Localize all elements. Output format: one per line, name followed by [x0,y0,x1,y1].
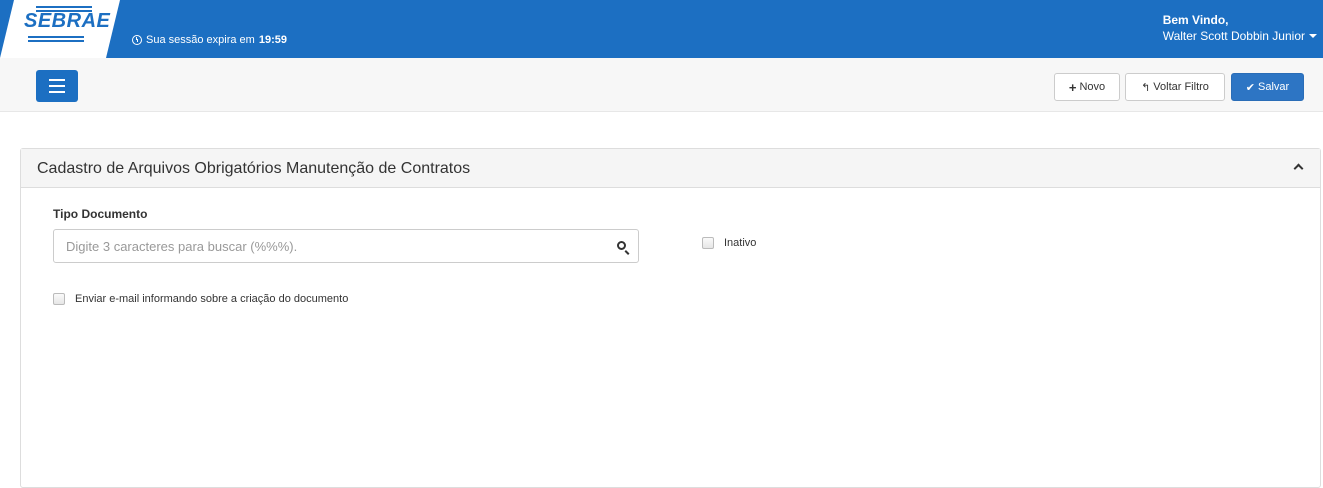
logo-bar [36,6,92,8]
panel-heading: Cadastro de Arquivos Obrigatórios Manute… [21,149,1320,188]
check-icon: ✔ [1245,81,1256,94]
hamburger-menu-button[interactable] [36,70,78,102]
tipo-documento-label: Tipo Documento [53,207,148,221]
user-name: Walter Scott Dobbin Junior [1162,29,1305,43]
inativo-checkbox[interactable] [702,237,714,249]
email-checkbox[interactable] [53,293,65,305]
inativo-option[interactable]: Inativo [702,237,756,249]
menu-icon [49,91,65,93]
user-menu[interactable]: Bem Vindo, Walter Scott Dobbin Junior [1163,12,1317,44]
novo-button[interactable]: + Novo [1054,73,1120,101]
chevron-up-icon[interactable] [1293,163,1304,174]
form-panel: Cadastro de Arquivos Obrigatórios Manute… [20,148,1321,488]
toolbar: + Novo ↰ Voltar Filtro ✔ Salvar [0,58,1323,112]
welcome-text: Bem Vindo, [1162,13,1229,27]
inativo-label: Inativo [724,237,757,249]
clock-icon [132,35,142,45]
caret-down-icon [1309,34,1317,38]
logo-bar [28,40,84,42]
email-option[interactable]: Enviar e-mail informando sobre a criação… [53,293,348,305]
plus-icon: + [1068,79,1077,95]
top-header: SEBRAE Sua sessão expira em 19:59 Bem Vi… [0,0,1323,58]
voltar-filtro-button[interactable]: ↰ Voltar Filtro [1125,73,1225,101]
search-icon[interactable] [617,241,626,250]
logo-container[interactable]: SEBRAE [0,0,120,58]
reply-arrow-icon: ↰ [1141,81,1151,94]
tipo-documento-search [53,229,639,263]
logo: SEBRAE [24,10,111,32]
salvar-label: Salvar [1258,81,1290,93]
voltar-label: Voltar Filtro [1153,81,1209,93]
menu-icon [49,85,65,87]
novo-label: Novo [1079,81,1106,93]
menu-icon [49,79,65,81]
session-timer: Sua sessão expira em 19:59 [132,34,287,46]
panel-title: Cadastro de Arquivos Obrigatórios Manute… [37,160,471,177]
tipo-documento-input[interactable] [54,230,594,262]
email-label: Enviar e-mail informando sobre a criação… [75,293,349,305]
salvar-button[interactable]: ✔ Salvar [1231,73,1304,101]
logo-bar [28,36,84,38]
session-label: Sua sessão expira em [146,34,255,46]
session-time: 19:59 [258,34,287,46]
